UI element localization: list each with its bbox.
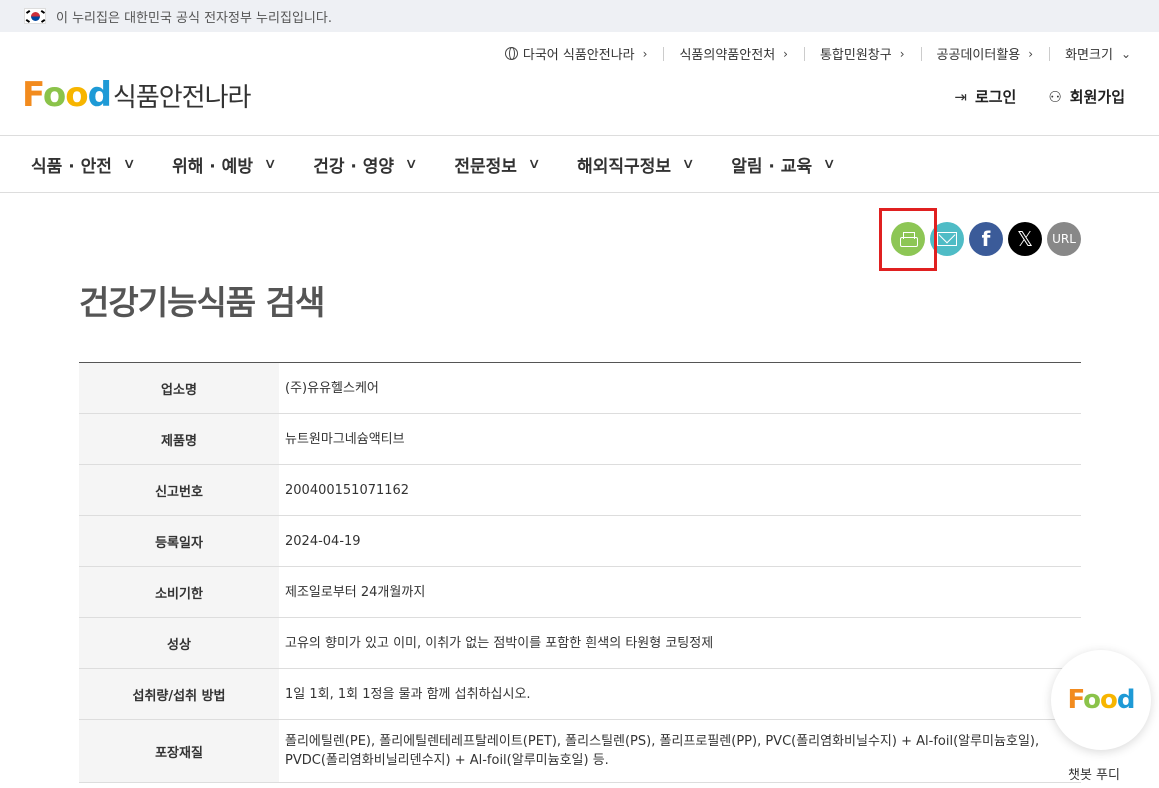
signup-label: 회원가입 xyxy=(1069,88,1125,106)
row-label: 성상 xyxy=(79,618,279,668)
gnb-hazard-prevention[interactable]: 위해 · 예방 ∨ xyxy=(172,152,277,177)
util-opendata-link[interactable]: 공공데이터활용 › xyxy=(920,44,1050,63)
row-label: 소비기한 xyxy=(79,567,279,617)
gov-banner: 이 누리집은 대한민국 공식 전자정부 누리집입니다. xyxy=(0,0,1159,32)
chevron-right-icon: › xyxy=(899,46,905,61)
util-label: 식품의약품안전처 xyxy=(679,48,776,63)
row-value: 1일 1회, 1회 1정을 물과 함께 섭취하십시오. xyxy=(285,686,531,702)
row-label: 등록일자 xyxy=(79,516,279,566)
chevron-down-icon: ∨ xyxy=(822,156,836,172)
site-name: 식품안전나라 xyxy=(112,82,252,113)
row-label: 포장재질 xyxy=(79,720,279,782)
print-highlight-box xyxy=(879,208,937,271)
chevron-down-icon: ∨ xyxy=(681,156,695,172)
facebook-icon: f xyxy=(981,227,991,251)
table-row: 성상 고유의 향미가 있고 이미, 이취가 없는 점박이를 포함한 흰색의 타원… xyxy=(79,618,1081,669)
gnb-overseas-purchase[interactable]: 해외직구정보 ∨ xyxy=(577,152,695,177)
util-complaint-link[interactable]: 통합민원창구 › xyxy=(803,44,921,63)
row-label: 업소명 xyxy=(79,363,279,413)
table-row: 등록일자 2024-04-19 xyxy=(79,516,1081,567)
page-title: 건강기능식품 검색 xyxy=(79,283,325,322)
row-value: (주)유유헬스케어 xyxy=(285,380,379,396)
x-share-button[interactable]: 𝕏 xyxy=(1008,222,1042,256)
chevron-right-icon: › xyxy=(1028,46,1034,61)
util-font-size-dropdown[interactable]: 화면크기 ⌄ xyxy=(1049,44,1131,63)
chevron-right-icon: › xyxy=(642,46,648,61)
chatbot-button[interactable]: Food xyxy=(1051,650,1151,750)
row-value: 2024-04-19 xyxy=(285,533,361,549)
login-button[interactable]: ⇥ 로그인 xyxy=(954,86,1016,107)
chevron-down-icon: ∨ xyxy=(122,156,136,172)
util-label: 다국어 식품안전나라 xyxy=(522,48,635,63)
gnb-food-safety[interactable]: 식품 · 안전 ∨ xyxy=(31,152,136,177)
x-icon: 𝕏 xyxy=(1016,227,1034,251)
row-label: 섭취량/섭취 방법 xyxy=(79,669,279,719)
row-label: 제품명 xyxy=(79,414,279,464)
row-value: 뉴트원마그네슘액티브 xyxy=(285,431,405,447)
url-label: URL xyxy=(1052,232,1076,246)
util-label: 공공데이터활용 xyxy=(936,48,1021,63)
row-value: 제조일로부터 24개월까지 xyxy=(285,584,426,600)
table-row: 섭취량/섭취 방법 1일 1회, 1회 1정을 물과 함께 섭취하십시오. xyxy=(79,669,1081,720)
site-logo[interactable]: Food 식품안전나라 xyxy=(22,75,252,115)
url-copy-button[interactable]: URL xyxy=(1047,222,1081,256)
row-value: 폴리에틸렌(PE), 폴리에틸렌테레프탈레이트(PET), 폴리스틸렌(PS),… xyxy=(285,734,1040,768)
gnb-notice-education[interactable]: 알림 · 교육 ∨ xyxy=(731,152,836,177)
chevron-down-icon: ∨ xyxy=(527,156,541,172)
facebook-share-button[interactable]: f xyxy=(969,222,1003,256)
table-row: 포장재질 폴리에틸렌(PE), 폴리에틸렌테레프탈레이트(PET), 폴리스틸렌… xyxy=(79,720,1081,783)
table-row: 소비기한 제조일로부터 24개월까지 xyxy=(79,567,1081,618)
main-nav: 식품 · 안전 ∨ 위해 · 예방 ∨ 건강 · 영양 ∨ 전문정보 ∨ 해외직구정보 ∨… xyxy=(0,135,1159,193)
util-mfds-link[interactable]: 식품의약품안전처 › xyxy=(663,44,804,63)
row-label: 신고번호 xyxy=(79,465,279,515)
gov-banner-text: 이 누리집은 대한민국 공식 전자정부 누리집입니다. xyxy=(56,10,332,26)
chevron-right-icon: › xyxy=(783,46,788,61)
row-value: 고유의 향미가 있고 이미, 이취가 없는 점박이를 포함한 흰색의 타원형 코… xyxy=(285,635,714,651)
signup-button[interactable]: ⚇ 회원가입 xyxy=(1048,86,1125,107)
chevron-down-icon: ∨ xyxy=(263,156,277,172)
food-logo-mark: Food xyxy=(22,75,112,115)
member-menu: ⇥ 로그인 ⚇ 회원가입 xyxy=(922,86,1125,107)
login-icon: ⇥ xyxy=(954,87,967,106)
table-row: 신고번호 200400151071162 xyxy=(79,465,1081,516)
korean-flag-icon xyxy=(24,8,46,24)
mail-icon xyxy=(937,232,957,246)
utility-nav: 다국어 식품안전나라 › 식품의약품안전처 › 통합민원창구 › 공공데이터활용… xyxy=(489,44,1131,63)
login-label: 로그인 xyxy=(974,88,1017,106)
util-label: 통합민원창구 xyxy=(819,48,892,63)
chevron-down-icon: ∨ xyxy=(404,156,418,172)
gnb-health-nutrition[interactable]: 건강 · 영양 ∨ xyxy=(313,152,418,177)
gnb-expert-info[interactable]: 전문정보 ∨ xyxy=(454,152,541,177)
chatbot-logo: Food xyxy=(1067,685,1135,715)
product-info-table: 업소명 (주)유유헬스케어 제품명 뉴트원마그네슘액티브 신고번호 200400… xyxy=(79,362,1081,783)
globe-icon xyxy=(504,47,518,60)
table-row: 업소명 (주)유유헬스케어 xyxy=(79,363,1081,414)
util-label: 화면크기 xyxy=(1065,48,1113,63)
add-user-icon: ⚇ xyxy=(1048,87,1062,106)
row-value: 200400151071162 xyxy=(285,482,410,498)
chatbot-label: 챗봇 푸디 xyxy=(1068,768,1120,783)
chevron-down-icon: ⌄ xyxy=(1120,46,1131,61)
util-multilingual-link[interactable]: 다국어 식품안전나라 › xyxy=(489,44,664,63)
table-row: 제품명 뉴트원마그네슘액티브 xyxy=(79,414,1081,465)
